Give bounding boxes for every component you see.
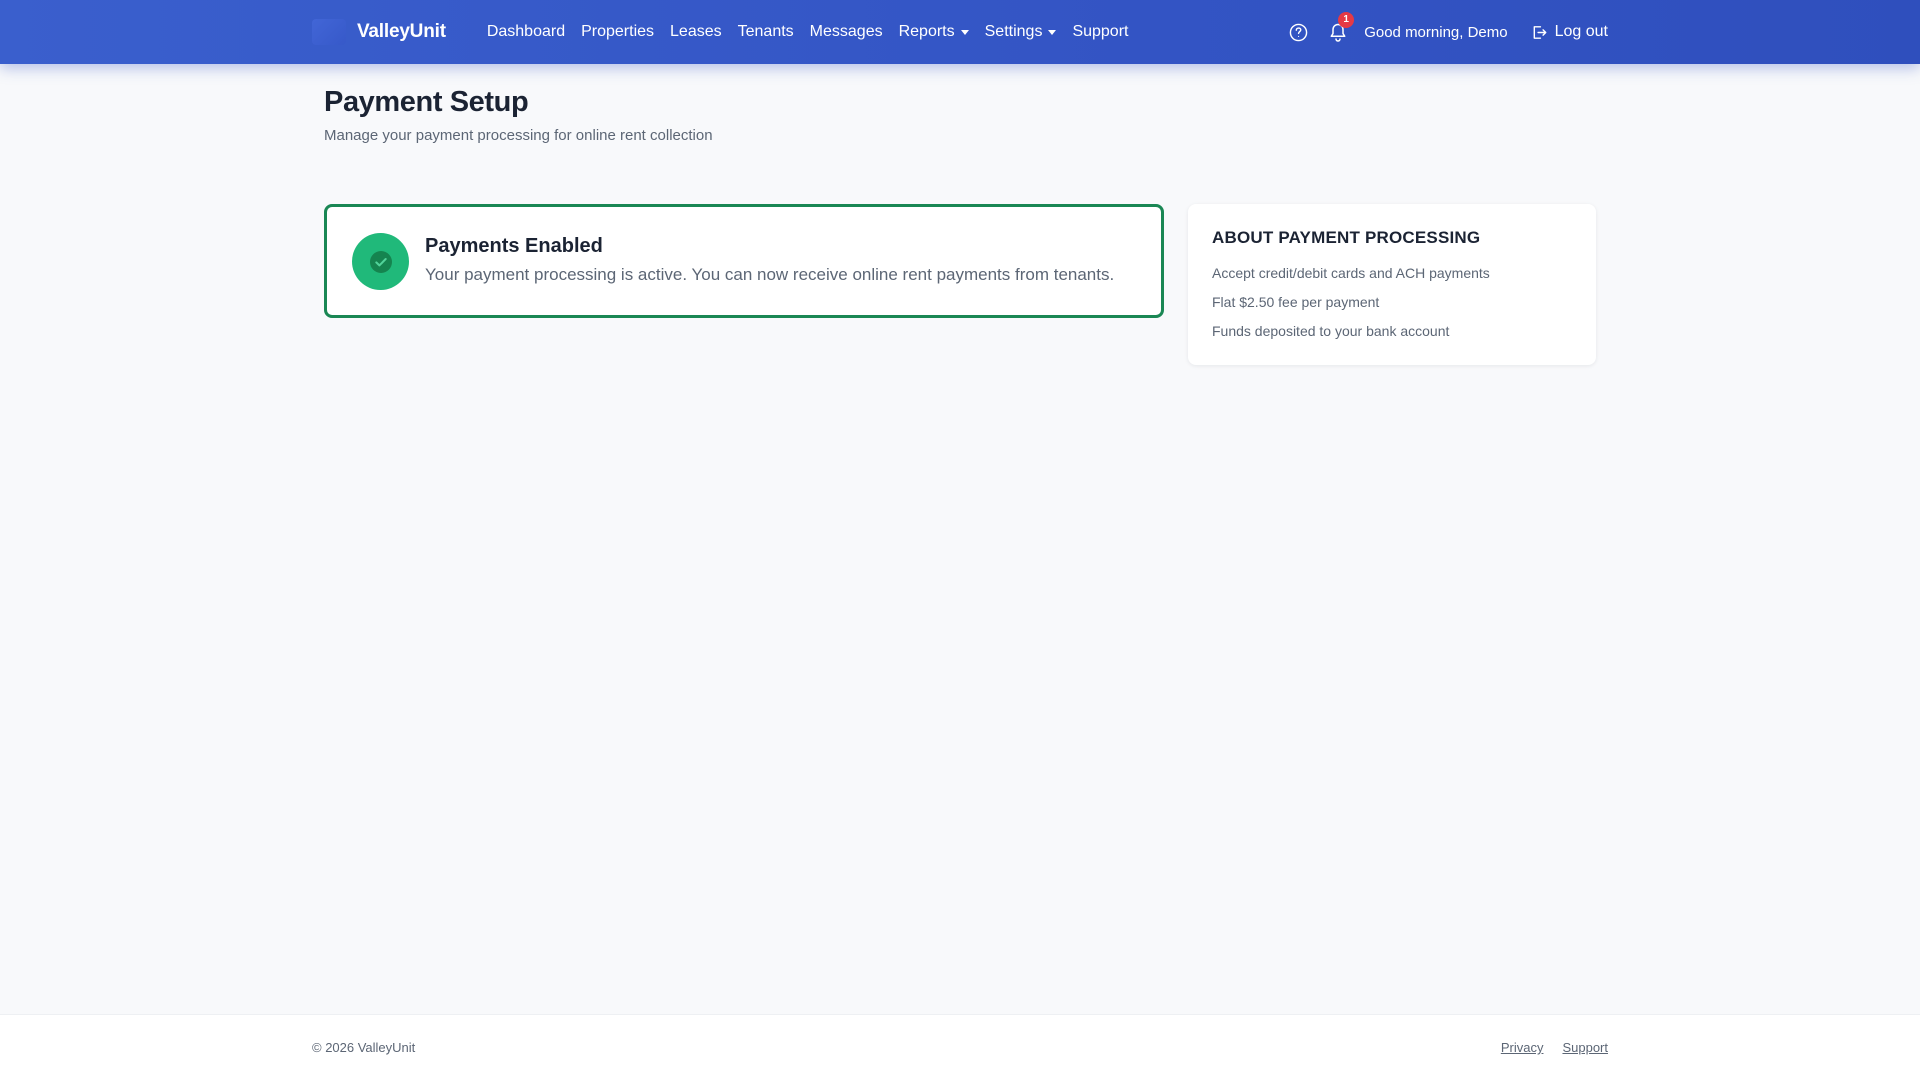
nav-properties-label: Properties [581,23,655,40]
logout-button[interactable]: Log out [1531,23,1608,41]
navbar-container: ValleyUnit Dashboard Properties Leases T… [312,0,1608,64]
caret-down-icon [960,30,969,35]
about-feature-list: Accept credit/debit cards and ACH paymen… [1212,264,1490,351]
status-title: Payments Enabled [425,235,603,257]
about-card-title: ABOUT PAYMENT PROCESSING [1212,228,1481,247]
nav-dashboard[interactable]: Dashboard [487,23,565,41]
notification-count-badge: 1 [1338,11,1355,28]
navbar-user-area: 1 Good morning, Demo Log out [1289,0,1608,64]
page-footer: © 2026 ValleyUnit Privacy Support [0,1014,1920,1080]
list-item: Funds deposited to your bank account [1212,323,1450,339]
nav-leases[interactable]: Leases [670,23,722,41]
logout-label: Log out [1554,23,1608,40]
nav-reports-label: Reports [898,23,955,40]
main-nav: Dashboard Properties Leases Tenants Mess… [487,23,1145,41]
help-button[interactable] [1289,23,1308,42]
brand-logo [312,19,346,45]
payments-status-card: Payments Enabled Your payment processing… [324,204,1164,318]
list-item: Flat $2.50 fee per payment [1212,294,1380,310]
nav-settings-label: Settings [984,23,1043,40]
status-message: Your payment processing is active. You c… [425,265,1115,284]
logout-icon [1533,25,1547,39]
top-navbar: ValleyUnit Dashboard Properties Leases T… [0,0,1920,64]
nav-support-label: Support [1072,23,1129,40]
page-title: Payment Setup [324,86,529,118]
nav-tenants-label: Tenants [737,23,794,40]
status-icon-circle [352,233,409,290]
list-item: Accept credit/debit cards and ACH paymen… [1212,265,1490,281]
page-subtitle: Manage your payment processing for onlin… [324,127,713,144]
nav-messages-label: Messages [809,23,883,40]
footer-link-privacy[interactable]: Privacy [1501,1040,1544,1055]
caret-down-icon [1048,30,1057,35]
user-greeting: Good morning, Demo [1364,23,1508,41]
nav-tenants[interactable]: Tenants [738,23,794,41]
nav-properties[interactable]: Properties [581,23,654,41]
nav-dashboard-label: Dashboard [486,23,566,40]
check-circle-icon [369,250,392,273]
nav-reports-dropdown[interactable]: Reports [899,23,969,41]
about-payment-processing-card: ABOUT PAYMENT PROCESSING Accept credit/d… [1188,204,1596,365]
footer-copyright: © 2026 ValleyUnit [312,1040,416,1055]
question-circle-icon [1289,23,1308,41]
nav-settings-dropdown[interactable]: Settings [985,23,1057,41]
notifications-button[interactable]: 1 [1328,11,1355,43]
nav-leases-label: Leases [670,23,722,40]
nav-support[interactable]: Support [1072,23,1128,41]
footer-links: Privacy Support [1482,1040,1608,1055]
brand-name: ValleyUnit [357,21,446,42]
nav-messages[interactable]: Messages [810,23,883,41]
brand-link[interactable]: ValleyUnit [312,19,446,45]
footer-link-support[interactable]: Support [1562,1040,1608,1055]
